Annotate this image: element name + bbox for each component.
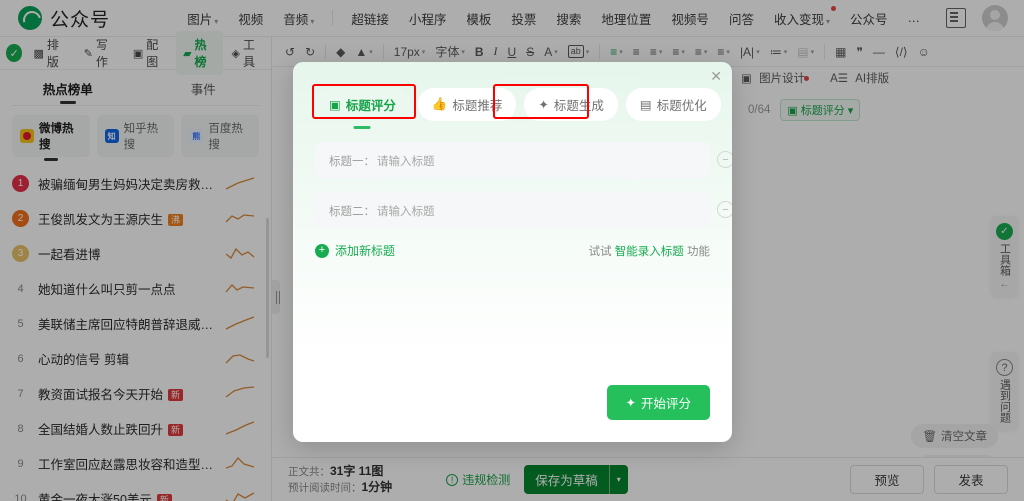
thumbs-up-icon: 👍 xyxy=(431,97,448,111)
title-input-1[interactable]: 标题一： 请输入标题 xyxy=(315,142,710,179)
remove-title-2-button[interactable]: − xyxy=(717,201,732,218)
close-icon[interactable]: ✕ xyxy=(710,69,722,83)
tab-title-optimize[interactable]: ▤ 标题优化 xyxy=(625,88,721,121)
title-input-1-placeholder: 请输入标题 xyxy=(377,155,435,168)
plus-icon: + xyxy=(315,243,329,258)
hint-prefix: 试试 xyxy=(588,245,612,258)
title-tools-modal: ✕ ▣ 标题评分 👍 标题推荐 ✦ 标题生成 ▤ 标题优化 标题一： 请输入标题 − 标… xyxy=(293,62,732,442)
sparkle-icon: ✦ xyxy=(625,396,636,410)
modal-actions-row: + 添加新标题 试试 智能录入标题 功能 xyxy=(315,242,710,259)
remove-title-1-button[interactable]: − xyxy=(717,151,732,168)
tab-label: 标题评分 xyxy=(345,99,396,113)
tab-title-recommend[interactable]: 👍 标题推荐 xyxy=(417,88,517,121)
sparkle-icon: ✦ xyxy=(538,98,549,112)
smart-input-hint: 试试 智能录入标题 功能 xyxy=(589,243,710,259)
modal-tabs: ▣ 标题评分 👍 标题推荐 ✦ 标题生成 ▤ 标题优化 xyxy=(293,62,732,121)
tab-label: 标题优化 xyxy=(656,99,707,113)
title-input-1-label: 标题一： xyxy=(329,155,375,168)
modal-footer: ✦ 开始评分 xyxy=(606,385,710,420)
title-input-2-label: 标题二： xyxy=(329,205,375,218)
smart-input-link[interactable]: 智能录入标题 xyxy=(615,246,684,258)
add-title-label: 添加新标题 xyxy=(335,244,396,258)
tab-label: 标题生成 xyxy=(553,99,604,113)
optimize-icon: ▤ xyxy=(639,98,652,112)
modal-body: 标题一： 请输入标题 − 标题二： 请输入标题 − + 添加新标题 试试 智能录… xyxy=(293,121,732,259)
start-scoring-button[interactable]: ✦ 开始评分 xyxy=(606,385,710,420)
tab-title-score[interactable]: ▣ 标题评分 xyxy=(315,88,410,121)
title-input-2-placeholder: 请输入标题 xyxy=(377,205,435,218)
score-icon: ▣ xyxy=(329,98,341,112)
title-input-2[interactable]: 标题二： 请输入标题 xyxy=(315,192,710,229)
add-title-button[interactable]: + 添加新标题 xyxy=(315,242,395,259)
hint-suffix: 功能 xyxy=(687,245,710,258)
tab-label: 标题推荐 xyxy=(452,99,503,113)
tab-title-generate[interactable]: ✦ 标题生成 xyxy=(524,88,618,121)
start-scoring-label: 开始评分 xyxy=(640,397,691,411)
